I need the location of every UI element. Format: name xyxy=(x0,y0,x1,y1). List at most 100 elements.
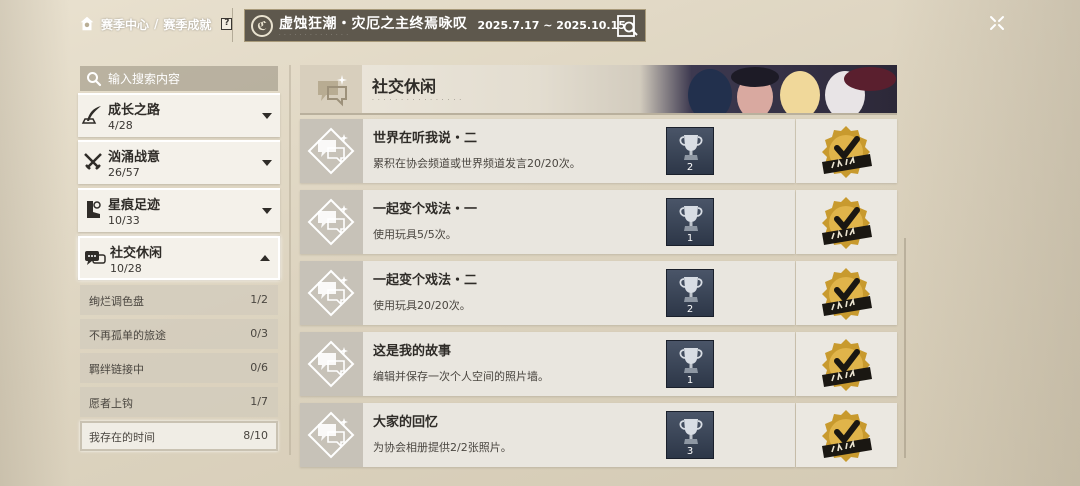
trophy-reward[interactable]: 2 xyxy=(666,127,714,175)
trophy-icon xyxy=(679,135,703,160)
achievement-title: 大家的回忆 xyxy=(373,415,439,430)
category-name: 成长之路 xyxy=(108,103,161,118)
achievement-row[interactable]: 世界在听我说・二 累积在协会频道或世界频道发言20/20次。 2 xyxy=(300,119,795,183)
achievement-emblem-box xyxy=(300,119,363,183)
completed-badge-icon xyxy=(822,339,872,391)
achievement-title: 一起变个戏法・一 xyxy=(373,202,478,217)
category-battle[interactable]: 汹涌战意 26/57 xyxy=(78,140,280,184)
achievement-description: 为协会相册提供2/2张照片。 xyxy=(373,441,512,454)
achievement-description: 使用玩具20/20次。 xyxy=(373,299,471,312)
completed-badge-icon xyxy=(822,410,872,462)
category-growth[interactable]: 成长之路 4/28 xyxy=(78,93,280,137)
subcategory-name: 我存在的时间 xyxy=(89,431,155,444)
category-name: 星痕足迹 xyxy=(108,198,161,213)
category-name: 社交休闲 xyxy=(110,246,163,261)
achievement-emblem-box xyxy=(300,190,363,254)
subcategory-item[interactable]: 愿者上钩 1/7 xyxy=(80,387,278,417)
trophy-tier: 1 xyxy=(686,233,694,244)
completed-badge-cell xyxy=(796,190,897,254)
category-footprints[interactable]: 星痕足迹 10/33 xyxy=(78,188,280,232)
background-shade-right xyxy=(890,0,1080,486)
header-divider xyxy=(232,8,233,42)
character-portraits-image xyxy=(688,67,896,113)
achievement-row[interactable]: 大家的回忆 为协会相册提供2/2张照片。 3 xyxy=(300,403,795,467)
achievement-emblem-icon xyxy=(307,198,355,246)
category-header-subtitle-decoration: · · · · · · · · · · · · · · · · xyxy=(372,97,463,104)
breadcrumb: 赛季中心 / 赛季成就 ? xyxy=(78,14,233,34)
chat-bubble-icon xyxy=(318,75,347,107)
background-shade-left xyxy=(0,0,70,486)
season-logo-icon: ℭ xyxy=(251,14,273,37)
category-count: 4/28 xyxy=(108,119,133,132)
trophy-reward[interactable]: 1 xyxy=(666,340,714,388)
completed-badge-cell xyxy=(796,403,897,467)
subcategory-name: 绚烂调色盘 xyxy=(89,295,144,308)
subcategory-item-selected[interactable]: 我存在的时间 8/10 xyxy=(80,421,278,451)
chevron-up-icon xyxy=(260,255,270,261)
search-icon xyxy=(87,71,102,86)
season-dates: 2025.7.17 ~ 2025.10.15 xyxy=(477,19,626,32)
subcategory-count: 8/10 xyxy=(243,429,268,442)
trophy-tier: 1 xyxy=(686,375,694,386)
season-subtitle-decoration: · · · · · · · · · · · · · · xyxy=(279,32,349,38)
achievement-title: 一起变个戏法・二 xyxy=(373,273,478,288)
chevron-down-icon xyxy=(262,160,272,166)
crossed-swords-icon xyxy=(84,153,102,170)
trophy-reward[interactable]: 1 xyxy=(666,198,714,246)
season-title: 虚蚀狂潮・灾厄之主终焉咏叹 xyxy=(279,16,468,32)
completed-badge-cell xyxy=(796,119,897,183)
subcategory-item[interactable]: 羁绊链接中 0/6 xyxy=(80,353,278,383)
achievement-list-scrollbar[interactable] xyxy=(904,238,906,458)
achievement-row[interactable]: 这是我的故事 编辑并保存一次个人空间的照片墙。 1 xyxy=(300,332,795,396)
achievement-description: 编辑并保存一次个人空间的照片墙。 xyxy=(373,370,549,383)
chevron-down-icon xyxy=(262,208,272,214)
achievement-emblem-icon xyxy=(307,269,355,317)
category-count: 10/28 xyxy=(110,262,142,275)
trophy-tier: 2 xyxy=(686,162,694,173)
completed-badge-icon xyxy=(822,126,872,178)
breadcrumb-separator: / xyxy=(154,17,159,31)
trophy-icon xyxy=(679,206,703,231)
category-name: 汹涌战意 xyxy=(108,150,161,165)
chat-bubble-icon xyxy=(85,251,106,265)
subcategory-count: 0/3 xyxy=(250,327,268,340)
subcategory-count: 1/7 xyxy=(250,395,268,408)
subcategory-name: 羁绊链接中 xyxy=(89,363,144,376)
achievement-emblem-icon xyxy=(307,411,355,459)
completed-badge-cell xyxy=(796,261,897,325)
breadcrumb-season-center[interactable]: 赛季中心 xyxy=(101,16,149,33)
trophy-tier: 3 xyxy=(686,446,694,457)
achievement-title: 这是我的故事 xyxy=(373,344,452,359)
achievement-emblem-box xyxy=(300,332,363,396)
quill-icon xyxy=(81,106,101,124)
season-banner: ℭ 虚蚀狂潮・灾厄之主终焉咏叹 · · · · · · · · · · · · … xyxy=(244,9,646,42)
achievement-row[interactable]: 一起变个戏法・一 使用玩具5/5次。 1 xyxy=(300,190,795,254)
trophy-icon xyxy=(679,348,703,373)
help-icon[interactable]: ? xyxy=(221,18,233,30)
trophy-tier: 2 xyxy=(686,304,694,315)
subcategory-name: 愿者上钩 xyxy=(89,397,133,410)
category-count: 26/57 xyxy=(108,166,140,179)
achievement-emblem-box xyxy=(300,261,363,325)
character-artwork xyxy=(640,65,897,113)
subcategory-item[interactable]: 不再孤单的旅途 0/3 xyxy=(80,319,278,349)
category-header-icon-box xyxy=(300,65,362,113)
trophy-icon xyxy=(679,277,703,302)
season-detail-search-icon[interactable] xyxy=(617,15,639,37)
achievement-row[interactable]: 一起变个戏法・二 使用玩具20/20次。 2 xyxy=(300,261,795,325)
trophy-reward[interactable]: 2 xyxy=(666,269,714,317)
category-social[interactable]: 社交休闲 10/28 xyxy=(78,236,280,280)
search-box xyxy=(80,66,278,91)
sidebar-scrollbar[interactable] xyxy=(289,65,291,455)
achievement-emblem-icon xyxy=(307,127,355,175)
completed-badge-icon xyxy=(822,197,872,249)
close-icon[interactable] xyxy=(988,14,1006,32)
category-header-title: 社交休闲 xyxy=(372,77,437,96)
trophy-reward[interactable]: 3 xyxy=(666,411,714,459)
achievement-emblem-icon xyxy=(307,340,355,388)
subcategory-item[interactable]: 绚烂调色盘 1/2 xyxy=(80,285,278,315)
season-home-icon[interactable] xyxy=(78,15,96,33)
completed-badge-icon xyxy=(822,268,872,320)
search-input[interactable] xyxy=(108,71,268,86)
achievement-description: 累积在协会频道或世界频道发言20/20次。 xyxy=(373,157,581,170)
